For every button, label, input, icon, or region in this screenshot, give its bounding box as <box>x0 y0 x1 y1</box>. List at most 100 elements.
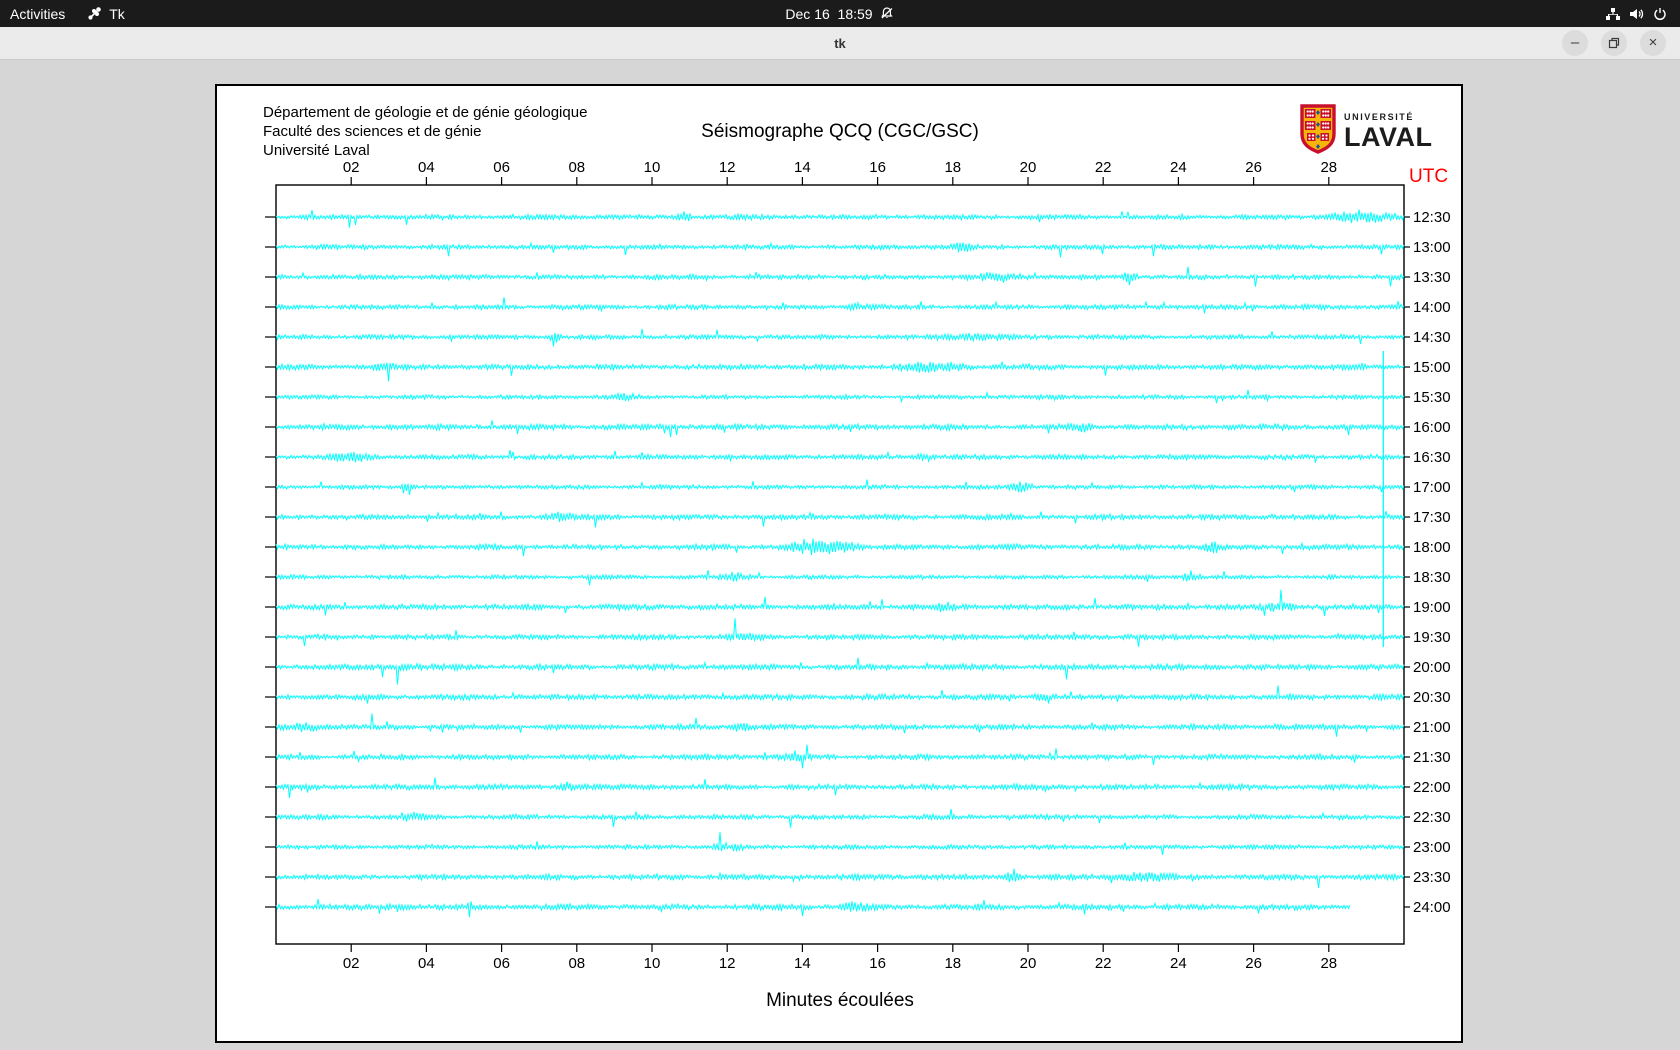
maximize-icon <box>1608 37 1620 49</box>
x-tick-label-top: 22 <box>1095 159 1112 176</box>
x-tick-label-bottom: 12 <box>719 955 736 972</box>
time-label: 22:30 <box>1413 809 1451 826</box>
x-tick-label-bottom: 18 <box>944 955 961 972</box>
x-tick-label-top: 26 <box>1245 159 1262 176</box>
seismogram-trace-2130 <box>275 744 1405 769</box>
seismogram-trace-1300 <box>275 241 1405 258</box>
time-label: 20:30 <box>1413 689 1451 706</box>
network-icon <box>1605 6 1621 22</box>
seismogram-trace-2100 <box>275 713 1405 737</box>
time-label: 15:00 <box>1413 359 1451 376</box>
minimize-icon: – <box>1570 34 1580 51</box>
time-label: 19:00 <box>1413 599 1451 616</box>
time-label: 22:00 <box>1413 779 1451 796</box>
time-label: 17:00 <box>1413 479 1451 496</box>
time-label: 14:30 <box>1413 329 1451 346</box>
x-tick-label-top: 24 <box>1170 159 1187 176</box>
time-label: 15:30 <box>1413 389 1451 406</box>
time-label: 21:30 <box>1413 749 1451 766</box>
seismogram-trace-1430 <box>275 328 1405 347</box>
time-label: 13:00 <box>1413 239 1451 256</box>
x-tick-label-bottom: 02 <box>343 955 360 972</box>
x-tick-label-bottom: 08 <box>568 955 585 972</box>
time-label: 16:00 <box>1413 419 1451 436</box>
seismogram-trace-1600 <box>275 420 1405 438</box>
time-label: 24:00 <box>1413 899 1451 916</box>
x-tick-label-top: 06 <box>493 159 510 176</box>
seismogram-trace-1530 <box>275 389 1405 404</box>
seismogram-trace-1500 <box>275 361 1405 382</box>
time-label: 18:30 <box>1413 569 1451 586</box>
x-tick-label-top: 10 <box>644 159 661 176</box>
x-axis-title: Minutes écoulées <box>766 990 914 1011</box>
x-tick-label-bottom: 24 <box>1170 955 1187 972</box>
x-tick-label-bottom: 04 <box>418 955 435 972</box>
x-tick-label-bottom: 28 <box>1320 955 1337 972</box>
seismogram-trace-2200 <box>275 777 1405 798</box>
seismogram-trace-1400 <box>275 297 1405 314</box>
tk-app-icon <box>87 6 102 21</box>
seismogram-trace-1830 <box>275 570 1405 586</box>
time-label: 12:30 <box>1413 209 1451 226</box>
seismogram-trace-2330 <box>275 868 1405 889</box>
time-label: 20:00 <box>1413 659 1451 676</box>
x-tick-label-top: 04 <box>418 159 435 176</box>
gnome-top-bar: Activities Tk Dec 16 18:59 <box>0 0 1680 27</box>
maximize-button[interactable] <box>1601 30 1627 56</box>
x-tick-label-top: 12 <box>719 159 736 176</box>
time-label: 23:30 <box>1413 869 1451 886</box>
x-tick-label-top: 08 <box>568 159 585 176</box>
desktop: Activities Tk Dec 16 18:59 tk – × Départ… <box>0 0 1680 1050</box>
seismogram-trace-2300 <box>275 832 1405 855</box>
time-label: 16:30 <box>1413 449 1451 466</box>
x-tick-label-bottom: 14 <box>794 955 811 972</box>
minimize-button[interactable]: – <box>1562 30 1588 56</box>
seismogram-trace-1630 <box>275 450 1405 464</box>
seismogram-trace-1930 <box>275 618 1405 647</box>
time-label: 14:00 <box>1413 299 1451 316</box>
seismogram-plot: 02 02 04 04 06 06 08 08 10 10 12 12 14 14 16 16 18 18 20 20… <box>265 159 1451 1011</box>
time-label: 23:00 <box>1413 839 1451 856</box>
clock-label: Dec 16 18:59 <box>785 5 873 22</box>
x-tick-label-top: 16 <box>869 159 886 176</box>
app-menu[interactable]: Tk <box>87 0 125 27</box>
seismogram-trace-1230 <box>275 209 1405 228</box>
plot-box <box>275 184 1405 945</box>
window-title: tk <box>834 35 846 51</box>
x-tick-label-bottom: 22 <box>1095 955 1112 972</box>
time-label: 17:30 <box>1413 509 1451 526</box>
time-label: 19:30 <box>1413 629 1451 646</box>
x-tick-label-top: 18 <box>944 159 961 176</box>
seismogram-trace-1700 <box>275 479 1405 495</box>
x-tick-label-bottom: 06 <box>493 955 510 972</box>
seismogram-trace-2030 <box>275 685 1405 704</box>
power-icon <box>1652 6 1668 22</box>
seismogram-trace-1730 <box>275 510 1405 528</box>
volume-icon <box>1628 6 1645 22</box>
x-tick-label-bottom: 16 <box>869 955 886 972</box>
x-tick-label-top: 02 <box>343 159 360 176</box>
seismograph-canvas: Département de géologie et de génie géol… <box>215 84 1463 1043</box>
seismogram-trace-1330 <box>275 266 1405 287</box>
seismogram-trace-2000 <box>275 657 1405 685</box>
system-status-area[interactable] <box>1605 0 1668 27</box>
x-tick-label-bottom: 20 <box>1020 955 1037 972</box>
x-tick-label-bottom: 26 <box>1245 955 1262 972</box>
x-tick-label-top: 28 <box>1320 159 1337 176</box>
app-menu-label: Tk <box>109 5 125 22</box>
time-label: 13:30 <box>1413 269 1451 286</box>
seismogram-trace-2400 <box>275 899 1351 918</box>
seismogram-trace-1900 <box>275 589 1405 617</box>
bell-slash-icon <box>880 6 895 21</box>
close-icon: × <box>1648 34 1658 51</box>
clock-button[interactable]: Dec 16 18:59 <box>785 0 894 27</box>
x-tick-label-top: 20 <box>1020 159 1037 176</box>
utc-label: UTC <box>1409 166 1448 187</box>
activities-label: Activities <box>10 5 66 22</box>
activities-button[interactable]: Activities <box>10 0 65 27</box>
close-button[interactable]: × <box>1640 30 1666 56</box>
window-titlebar: tk – × <box>0 27 1680 60</box>
seismogram-trace-1800 <box>275 538 1405 557</box>
x-tick-label-bottom: 10 <box>644 955 661 972</box>
seismogram-trace-2230 <box>275 808 1405 828</box>
